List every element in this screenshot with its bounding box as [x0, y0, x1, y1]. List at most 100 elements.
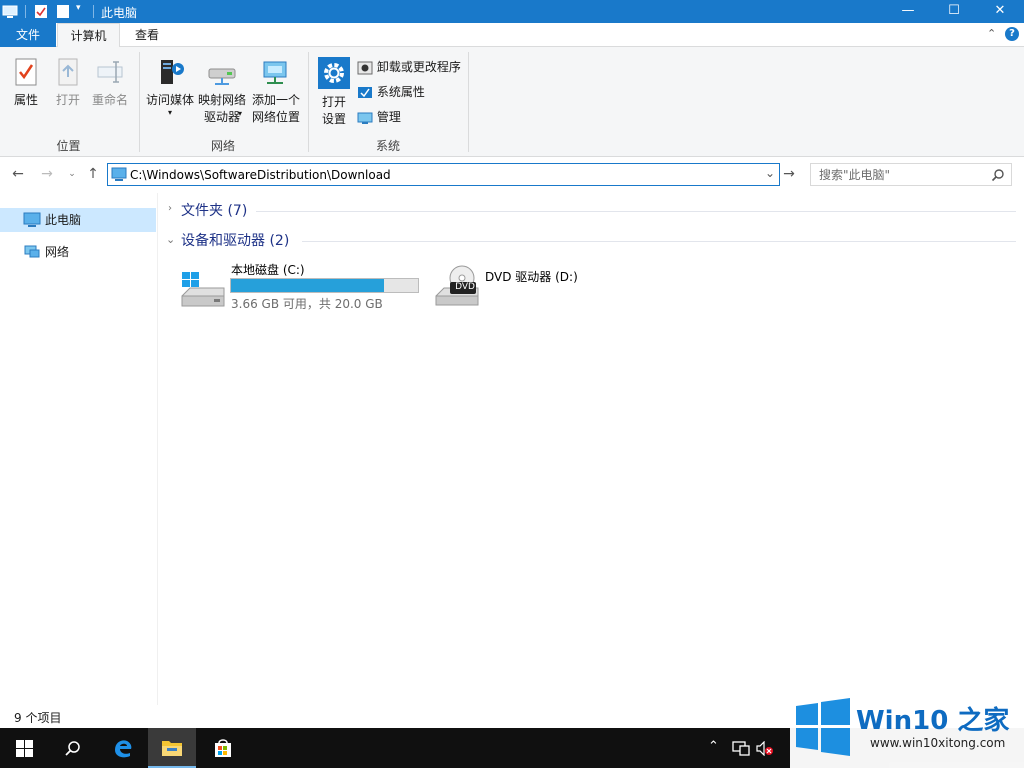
- watermark-url: www.win10xitong.com: [870, 736, 1006, 750]
- item-count: 9 个项目: [14, 711, 62, 725]
- up-arrow-icon[interactable]: ↑: [84, 165, 102, 183]
- uninstall-program-button[interactable]: 卸载或更改程序: [357, 57, 461, 79]
- address-input[interactable]: [130, 166, 760, 183]
- computer-icon: [2, 5, 18, 18]
- open-icon: [58, 58, 78, 86]
- section-header-folders[interactable]: 文件夹 (7): [181, 201, 247, 221]
- tab-computer[interactable]: 计算机: [57, 23, 120, 48]
- drive-usage-bar: [230, 278, 419, 293]
- ribbon: 属性 打开 重命名 位置 访问媒体 ▾ 映射网络 驱动器 ▾ 添加一个 网络位置…: [0, 47, 1024, 157]
- drive-name: 本地磁盘 (C:): [231, 263, 305, 277]
- navigation-pane: 此电脑 网络: [0, 193, 158, 705]
- uninstall-label: 卸载或更改程序: [376, 60, 461, 74]
- manage-icon: [357, 112, 373, 124]
- search-icon[interactable]: [991, 168, 1005, 182]
- collapse-ribbon-icon[interactable]: ⌃: [987, 27, 996, 40]
- system-properties-button[interactable]: 系统属性: [357, 82, 425, 104]
- file-explorer-taskbar-button[interactable]: [148, 728, 196, 768]
- address-bar[interactable]: ⌄: [107, 163, 780, 186]
- open-button[interactable]: 打开: [50, 57, 86, 109]
- recent-locations-chevron-icon[interactable]: ⌄: [63, 165, 81, 183]
- maximize-button[interactable]: ☐: [931, 0, 977, 23]
- group-separator: [308, 52, 309, 152]
- back-arrow-icon[interactable]: ←: [9, 165, 27, 183]
- manage-label: 管理: [376, 110, 401, 124]
- access-media-button[interactable]: 访问媒体 ▾: [143, 57, 197, 117]
- drive-tile-d[interactable]: DVD DVD 驱动器 (D:): [432, 262, 592, 312]
- map-network-drive-label-1: 映射网络: [197, 93, 246, 107]
- start-button[interactable]: [0, 728, 48, 768]
- properties-button[interactable]: 属性: [6, 57, 46, 109]
- edge-browser-icon: [115, 740, 132, 758]
- system-properties-label: 系统属性: [376, 85, 425, 99]
- group-label-location: 位置: [56, 139, 81, 153]
- search-taskbar-button[interactable]: [48, 728, 96, 768]
- media-server-icon: [161, 60, 184, 84]
- nav-item-label: 网络: [45, 245, 70, 259]
- add-network-location-label-2: 网络位置: [251, 110, 300, 124]
- search-box[interactable]: [810, 163, 1012, 186]
- network-icon: [24, 245, 40, 258]
- go-arrow-icon[interactable]: →: [780, 165, 798, 183]
- nav-item-network[interactable]: 网络: [0, 240, 156, 264]
- new-folder-quick-icon[interactable]: [56, 4, 70, 19]
- windows-logo-watermark-icon: [796, 698, 850, 756]
- open-settings-label-2: 设置: [321, 112, 346, 126]
- drive-usage-fill: [231, 279, 384, 292]
- add-network-location-button[interactable]: 添加一个 网络位置: [249, 57, 303, 126]
- nav-item-this-pc[interactable]: 此电脑: [0, 208, 156, 232]
- drive-name: DVD 驱动器 (D:): [485, 270, 578, 284]
- properties-label: 属性: [13, 93, 38, 107]
- network-location-icon: [263, 61, 287, 84]
- access-media-label: 访问媒体: [145, 93, 194, 107]
- dvd-badge: DVD: [455, 282, 475, 292]
- network-tray-icon[interactable]: [732, 741, 750, 756]
- properties-quick-icon[interactable]: [34, 4, 48, 19]
- minimize-button[interactable]: —: [885, 0, 931, 23]
- open-settings-label-1: 打开: [321, 95, 346, 109]
- this-pc-icon: [111, 167, 127, 181]
- store-bag-icon: [215, 739, 231, 757]
- ribbon-tab-row: 文件 计算机 查看 ⌃ ?: [0, 23, 1024, 48]
- store-taskbar-button[interactable]: [198, 728, 246, 768]
- section-divider: [302, 241, 1016, 242]
- title-bar: ▾ 此电脑 — ☐ ✕: [0, 0, 1024, 23]
- add-network-location-label-1: 添加一个: [251, 93, 300, 107]
- drive-tile-c[interactable]: 本地磁盘 (C:) 3.66 GB 可用，共 20.0 GB: [176, 258, 424, 314]
- help-icon[interactable]: ?: [1005, 27, 1019, 41]
- tab-view[interactable]: 查看: [121, 23, 173, 47]
- section-divider: [256, 211, 1016, 212]
- dropdown-arrow-icon: ▾: [167, 108, 172, 117]
- local-disk-icon: [181, 272, 225, 307]
- forward-arrow-icon[interactable]: →: [38, 165, 56, 183]
- rename-icon: [97, 61, 123, 83]
- group-separator: [468, 52, 469, 152]
- windows-logo-icon: [16, 740, 33, 757]
- properties-icon: [15, 58, 37, 86]
- rename-label: 重命名: [91, 93, 128, 107]
- open-settings-button[interactable]: 打开 设置: [314, 57, 354, 128]
- system-properties-icon: [358, 86, 372, 98]
- collapse-chevron-icon[interactable]: ⌄: [166, 233, 175, 246]
- tab-file[interactable]: 文件: [0, 23, 56, 47]
- search-input[interactable]: [819, 166, 989, 183]
- drive-space-detail: 3.66 GB 可用，共 20.0 GB: [231, 297, 383, 311]
- search-icon: [65, 741, 80, 756]
- folder-icon: [162, 741, 182, 756]
- title-divider: [93, 5, 94, 18]
- expand-chevron-icon[interactable]: ›: [168, 203, 172, 214]
- watermark: Win10 之家 www.win10xitong.com: [790, 694, 1024, 768]
- this-pc-icon: [23, 212, 41, 227]
- customize-quick-access-icon[interactable]: ▾: [76, 3, 81, 13]
- network-drive-icon: [208, 68, 236, 85]
- dropdown-arrow-icon: ▾: [238, 109, 243, 118]
- rename-button[interactable]: 重命名: [90, 57, 130, 109]
- close-button[interactable]: ✕: [977, 0, 1023, 23]
- edge-taskbar-button[interactable]: [98, 728, 146, 768]
- section-header-devices[interactable]: 设备和驱动器 (2): [181, 231, 289, 251]
- group-label-system: 系统: [375, 139, 400, 153]
- show-hidden-icons-chevron-icon[interactable]: ⌃: [708, 739, 719, 754]
- manage-button[interactable]: 管理: [357, 107, 401, 129]
- address-dropdown-icon[interactable]: ⌄: [765, 166, 775, 180]
- volume-muted-icon[interactable]: [756, 741, 774, 756]
